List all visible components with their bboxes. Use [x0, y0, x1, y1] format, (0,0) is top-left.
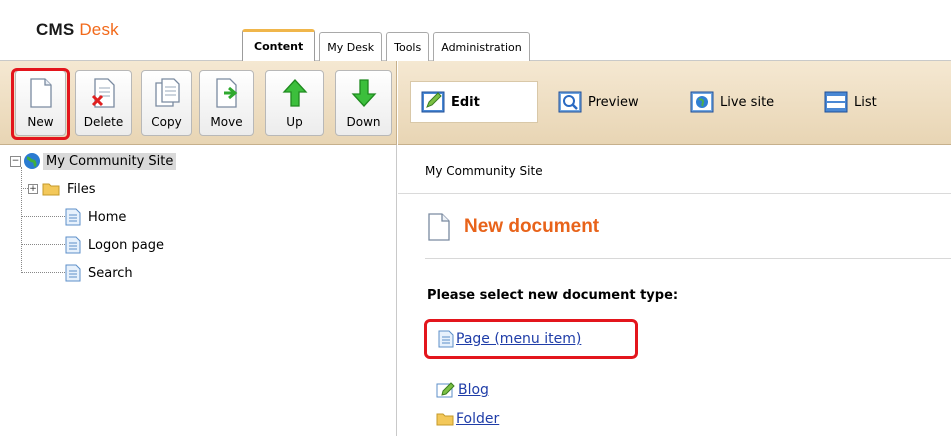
list-mode-button[interactable]: List — [824, 81, 877, 123]
header: CMS Desk Content My Desk Tools Administr… — [0, 0, 951, 61]
tab-my-desk[interactable]: My Desk — [319, 32, 383, 61]
tab-tools[interactable]: Tools — [386, 32, 430, 61]
folder-icon — [436, 412, 454, 426]
tree-node-logon-page[interactable]: Logon page — [65, 234, 167, 256]
live-site-button[interactable]: Live site — [690, 81, 774, 123]
copy-button[interactable]: Copy — [141, 70, 192, 136]
edit-mode-button[interactable]: Edit — [410, 81, 538, 123]
tree-connector — [21, 167, 22, 273]
up-button[interactable]: Up — [265, 70, 324, 136]
tree-node-label: Search — [88, 265, 133, 281]
move-icon — [214, 78, 240, 111]
copy-label: Copy — [151, 115, 182, 129]
doc-type-folder-link[interactable]: Folder — [436, 411, 499, 427]
page-icon — [65, 236, 81, 254]
view-mode-toolbar: Edit Preview Live site List — [398, 61, 951, 145]
breadcrumb: My Community Site — [398, 145, 951, 194]
tree-node-label: Home — [88, 209, 127, 225]
logo-accent: Desk — [79, 20, 119, 39]
tab-content[interactable]: Content — [242, 29, 316, 61]
tree-connector — [21, 216, 65, 217]
globe-icon — [23, 152, 41, 170]
edit-icon — [421, 90, 445, 114]
tree-node-home[interactable]: Home — [65, 206, 129, 228]
new-document-panel: New document Please select new document … — [398, 195, 951, 436]
page-link-highlight — [424, 319, 638, 359]
tree-node-label: Logon page — [88, 237, 165, 253]
down-button[interactable]: Down — [335, 70, 392, 136]
page-icon — [65, 208, 81, 226]
divider — [425, 258, 951, 259]
new-button-highlight — [11, 68, 70, 140]
document-icon — [428, 213, 450, 241]
expand-icon[interactable]: + — [28, 184, 38, 194]
blog-icon — [436, 381, 456, 399]
up-label: Up — [286, 115, 303, 129]
logo-main: CMS — [36, 20, 75, 39]
select-type-label: Please select new document type: — [427, 288, 679, 303]
edit-label: Edit — [451, 94, 480, 110]
content-tree: − My Community Site + Files Home Logon p… — [0, 145, 397, 436]
move-label: Move — [210, 115, 243, 129]
tree-connector — [21, 272, 65, 273]
tree-connector — [21, 244, 65, 245]
preview-mode-button[interactable]: Preview — [558, 81, 639, 123]
main-tabs: Content My Desk Tools Administration — [242, 29, 534, 61]
live-site-label: Live site — [720, 94, 775, 110]
page-icon — [65, 264, 81, 282]
tab-administration[interactable]: Administration — [433, 32, 530, 61]
page-title: New document — [428, 213, 599, 241]
tree-node-files[interactable]: + Files — [28, 178, 99, 200]
doc-type-label: Blog — [458, 382, 489, 398]
delete-label: Delete — [83, 115, 124, 129]
page-title-text: New document — [464, 216, 600, 237]
tree-node-label: Files — [67, 181, 96, 197]
delete-document-icon — [91, 78, 117, 111]
tree-root-label: My Community Site — [43, 152, 177, 170]
delete-button[interactable]: Delete — [75, 70, 132, 136]
doc-type-label: Folder — [456, 411, 500, 427]
list-icon — [824, 90, 848, 114]
arrow-down-icon — [351, 78, 377, 111]
move-button[interactable]: Move — [199, 70, 254, 136]
doc-type-blog-link[interactable]: Blog — [436, 381, 489, 399]
list-label: List — [854, 94, 877, 110]
arrow-up-icon — [282, 78, 308, 111]
down-label: Down — [346, 115, 381, 129]
globe-icon — [690, 90, 714, 114]
magnifier-icon — [558, 90, 582, 114]
preview-label: Preview — [588, 94, 639, 110]
tree-node-search[interactable]: Search — [65, 262, 136, 284]
collapse-icon[interactable]: − — [10, 155, 21, 167]
cms-desk-logo: CMS Desk — [36, 20, 119, 40]
tree-node-root[interactable]: − My Community Site — [10, 150, 177, 172]
copy-icon — [154, 78, 180, 111]
folder-icon — [42, 182, 60, 196]
